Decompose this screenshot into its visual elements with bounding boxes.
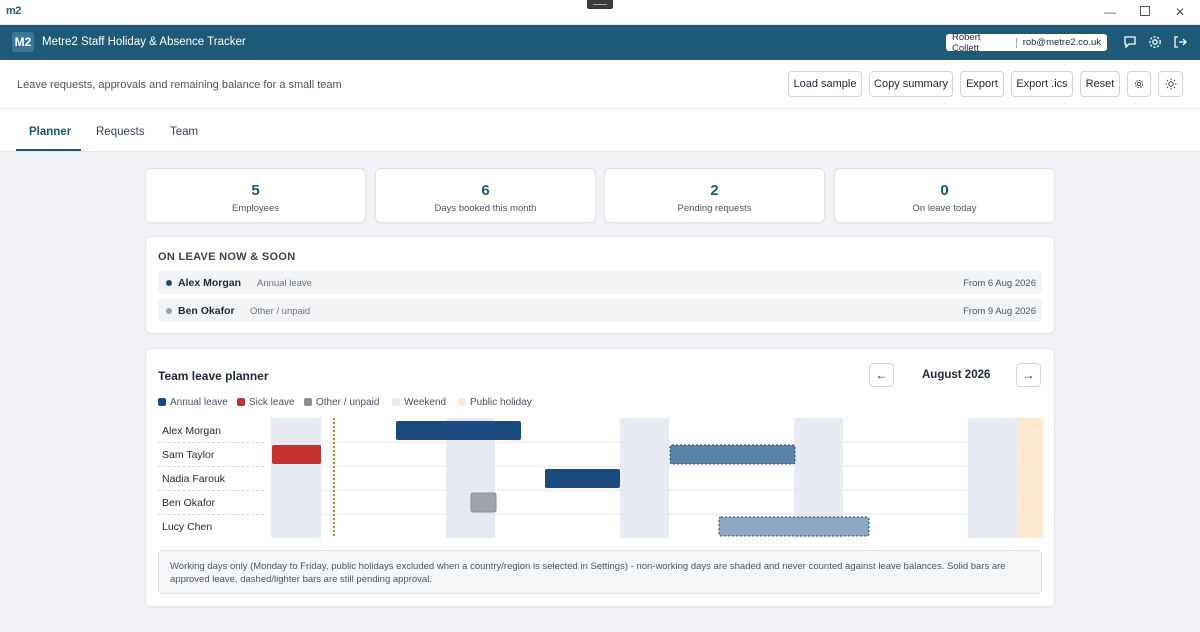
stat-card-pending-requests: 2 Pending requests	[604, 168, 825, 223]
leave-type: Other / unpaid	[250, 306, 311, 317]
legend-weekend: Weekend	[392, 397, 446, 408]
row-divider	[158, 514, 264, 515]
next-month-button[interactable]: →	[1016, 363, 1041, 387]
settings-gear-icon[interactable]	[1147, 34, 1163, 50]
app-header: M2 Metre2 Staff Holiday & Absence Tracke…	[0, 25, 1200, 60]
employee-name: Ben Okafor	[178, 305, 235, 317]
stat-value: 5	[251, 182, 260, 199]
load-sample-button[interactable]: Load sample	[788, 71, 862, 97]
weekend-shade	[968, 418, 1017, 538]
employee-row-label: Ben Okafor	[162, 497, 216, 509]
month-label: August 2026	[922, 369, 991, 381]
leave-bar-sick-approved[interactable]	[272, 445, 321, 464]
weekend-shade	[620, 418, 669, 538]
employee-row-label: Alex Morgan	[162, 425, 221, 437]
stat-card-days-booked: 6 Days booked this month	[375, 168, 596, 223]
stat-label: Employees	[232, 203, 279, 214]
legend-public-holiday: Public holiday	[458, 397, 532, 408]
active-tab-indicator	[16, 149, 81, 151]
legend-sick-leave: Sick leave	[237, 397, 295, 408]
export-ics-button[interactable]: Export .ics	[1011, 71, 1073, 97]
page-subtitle: Leave requests, approvals and remaining …	[17, 79, 342, 91]
stat-value: 0	[940, 182, 949, 199]
theme-toggle-sun-icon[interactable]	[1158, 71, 1183, 97]
leave-bar-other-approved[interactable]	[470, 492, 497, 513]
legend-annual-leave: Annual leave	[158, 397, 228, 408]
app-logo: M2	[12, 32, 34, 52]
copy-summary-button[interactable]: Copy summary	[869, 71, 953, 97]
stat-label: Pending requests	[677, 203, 752, 214]
stat-value: 2	[710, 182, 719, 199]
minimize-icon[interactable]: —	[1101, 4, 1119, 20]
employee-row-label: Lucy Chen	[162, 521, 213, 533]
employee-row-label: Nadia Farouk	[162, 473, 226, 485]
os-title-bar: m2 — ✕	[0, 0, 1200, 25]
leave-bar-annual-approved[interactable]	[545, 469, 620, 488]
planner-title: Team leave planner	[158, 369, 269, 383]
reset-button[interactable]: Reset	[1080, 71, 1120, 97]
leave-start-date: From 6 Aug 2026	[963, 278, 1036, 289]
maximize-icon[interactable]	[1136, 4, 1154, 20]
leave-bar-annual-pending[interactable]	[718, 516, 870, 537]
stat-label: On leave today	[912, 203, 977, 214]
stat-card-on-leave-today: 0 On leave today	[834, 168, 1055, 223]
planner-help-note: Working days only (Monday to Friday, pub…	[158, 550, 1042, 594]
leave-type: Annual leave	[257, 278, 312, 289]
row-divider	[158, 466, 264, 467]
toolbar: Leave requests, approvals and remaining …	[0, 60, 1200, 109]
window-drag-handle[interactable]	[587, 0, 613, 9]
row-divider	[158, 490, 264, 491]
app-title: Metre2 Staff Holiday & Absence Tracker	[42, 36, 246, 48]
public-holiday-shade	[1017, 418, 1043, 538]
window-logo: m2	[6, 5, 21, 17]
leave-bar-annual-pending[interactable]	[669, 444, 796, 465]
stat-card-employees: 5 Employees	[145, 168, 366, 223]
tab-bar: Planner Requests Team	[0, 109, 1200, 152]
tab-planner[interactable]: Planner	[29, 126, 71, 138]
user-email: rob@metre2.co.uk	[1022, 37, 1101, 48]
employee-name: Alex Morgan	[178, 277, 242, 289]
tab-team[interactable]: Team	[170, 126, 198, 138]
stat-value: 6	[481, 182, 490, 199]
prev-month-button[interactable]: ←	[869, 363, 894, 387]
tab-requests[interactable]: Requests	[96, 126, 145, 138]
user-pill-divider	[1015, 37, 1017, 48]
employee-row-label: Sam Taylor	[162, 449, 215, 461]
leave-bar-annual-approved[interactable]	[396, 421, 521, 440]
logout-icon[interactable]	[1172, 34, 1188, 50]
feedback-icon[interactable]	[1122, 34, 1138, 50]
row-divider	[158, 442, 264, 443]
settings-icon[interactable]	[1127, 71, 1151, 97]
export-button[interactable]: Export	[960, 71, 1004, 97]
section-title: ON LEAVE NOW & SOON	[158, 251, 296, 263]
stat-label: Days booked this month	[434, 203, 537, 214]
leave-start-date: From 9 Aug 2026	[963, 306, 1036, 317]
user-pill[interactable]: Robert Collett rob@metre2.co.uk	[946, 31, 1107, 54]
planner-grid	[271, 418, 1043, 538]
leave-type-dot	[166, 280, 172, 286]
user-name: Robert Collett	[952, 31, 981, 54]
list-item[interactable]: Ben Okafor Other / unpaid From 9 Aug 202…	[158, 299, 1042, 322]
close-icon[interactable]: ✕	[1171, 4, 1189, 20]
list-item[interactable]: Alex Morgan Annual leave From 6 Aug 2026	[158, 271, 1042, 294]
on-leave-soon-panel: ON LEAVE NOW & SOON Alex Morgan Annual l…	[145, 236, 1055, 334]
leave-type-dot	[166, 308, 172, 314]
weekend-shade	[271, 418, 321, 538]
team-leave-planner-panel: Team leave planner ← August 2026 → Annua…	[145, 348, 1055, 607]
legend-other-unpaid: Other / unpaid	[304, 397, 379, 408]
